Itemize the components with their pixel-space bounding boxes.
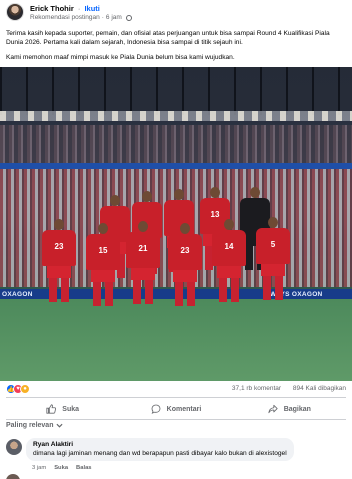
player: 5 bbox=[256, 217, 290, 300]
post-meta: Rekomendasi postingan · 6 jam bbox=[30, 14, 132, 21]
player: 14 bbox=[212, 219, 246, 302]
stadium-roof bbox=[0, 67, 352, 115]
post-paragraph-2: Kami memohon maaf mimpi masuk ke Piala D… bbox=[6, 54, 235, 62]
post-header: Erick Thohir · Ikuti Rekomendasi posting… bbox=[6, 3, 346, 25]
reaction-icons[interactable]: 👍 ♥ ● bbox=[6, 384, 30, 394]
pitch bbox=[0, 299, 352, 381]
comment-icon bbox=[151, 404, 161, 414]
player: 23 bbox=[168, 223, 202, 306]
chevron-down-icon bbox=[56, 423, 63, 428]
stadium-lights bbox=[0, 111, 352, 121]
share-button[interactable]: Bagikan bbox=[233, 399, 346, 419]
post-actions: Suka Komentari Bagikan bbox=[6, 399, 346, 419]
jersey-number: 14 bbox=[224, 242, 234, 251]
comment-button[interactable]: Komentari bbox=[119, 399, 232, 419]
jersey-number: 23 bbox=[180, 246, 190, 255]
team-photo[interactable]: OXAGON WAYS OXAGON 13 23 15 21 23 14 5 bbox=[0, 67, 352, 381]
share-count[interactable]: 894 Kali dibagikan bbox=[293, 385, 346, 392]
reaction-summary: 👍 ♥ ● 37,1 rb komentar 894 Kali dibagika… bbox=[6, 384, 346, 396]
like-button[interactable]: Suka bbox=[6, 399, 119, 419]
comment-label: Komentari bbox=[166, 405, 202, 413]
meta-separator: · bbox=[101, 14, 104, 21]
jersey-number: 23 bbox=[54, 242, 64, 251]
jersey-number: 21 bbox=[138, 244, 148, 253]
divider bbox=[6, 397, 346, 398]
comment-bubble: Ryan Alaktiri dimana lagi jaminan menang… bbox=[26, 438, 294, 461]
comment-sort[interactable]: Paling relevan bbox=[6, 422, 63, 429]
next-commenter-avatar[interactable] bbox=[6, 474, 20, 479]
comment-meta: 3 jam Suka Balas bbox=[32, 465, 92, 471]
separator-dot: · bbox=[77, 4, 81, 13]
post-text: Terima kasih kepada suporter, pemain, da… bbox=[6, 29, 346, 69]
commenter-avatar[interactable] bbox=[6, 439, 22, 455]
sort-label: Paling relevan bbox=[6, 422, 54, 429]
upper-stand bbox=[0, 125, 352, 165]
author-name[interactable]: Erick Thohir bbox=[30, 4, 74, 13]
like-label: Suka bbox=[62, 405, 80, 413]
jersey-number: 13 bbox=[210, 210, 220, 219]
recommendation-label: Rekomendasi postingan bbox=[30, 14, 100, 21]
wow-icon: ● bbox=[20, 384, 30, 394]
globe-icon bbox=[125, 14, 132, 21]
share-icon bbox=[268, 404, 278, 414]
divider bbox=[6, 419, 346, 420]
follow-button[interactable]: Ikuti bbox=[84, 4, 99, 13]
comment-time[interactable]: 3 jam bbox=[32, 465, 46, 471]
jersey-number: 5 bbox=[270, 240, 276, 249]
comment-like-button[interactable]: Suka bbox=[54, 465, 68, 471]
post-paragraph-1: Terima kasih kepada suporter, pemain, da… bbox=[6, 30, 330, 47]
comment-count[interactable]: 37,1 rb komentar bbox=[232, 385, 281, 392]
post-stats: 37,1 rb komentar 894 Kali dibagikan bbox=[222, 385, 346, 392]
ad-text-left: OXAGON bbox=[2, 291, 33, 298]
player: 23 bbox=[42, 219, 76, 302]
jersey-number: 15 bbox=[98, 246, 108, 255]
commenter-name[interactable]: Ryan Alaktiri bbox=[33, 441, 287, 448]
share-label: Bagikan bbox=[283, 405, 311, 413]
post-time[interactable]: 6 jam bbox=[106, 14, 122, 21]
author-avatar[interactable] bbox=[6, 3, 24, 21]
player: 21 bbox=[126, 221, 160, 304]
player: 15 bbox=[86, 223, 120, 306]
comment-text: dimana lagi jaminan menang dan wd berapa… bbox=[33, 450, 287, 457]
author-line: Erick Thohir · Ikuti bbox=[30, 4, 100, 13]
facebook-post: Erick Thohir · Ikuti Rekomendasi posting… bbox=[0, 0, 352, 479]
comment-reply-button[interactable]: Balas bbox=[76, 465, 91, 471]
thumbs-up-icon bbox=[46, 404, 57, 414]
